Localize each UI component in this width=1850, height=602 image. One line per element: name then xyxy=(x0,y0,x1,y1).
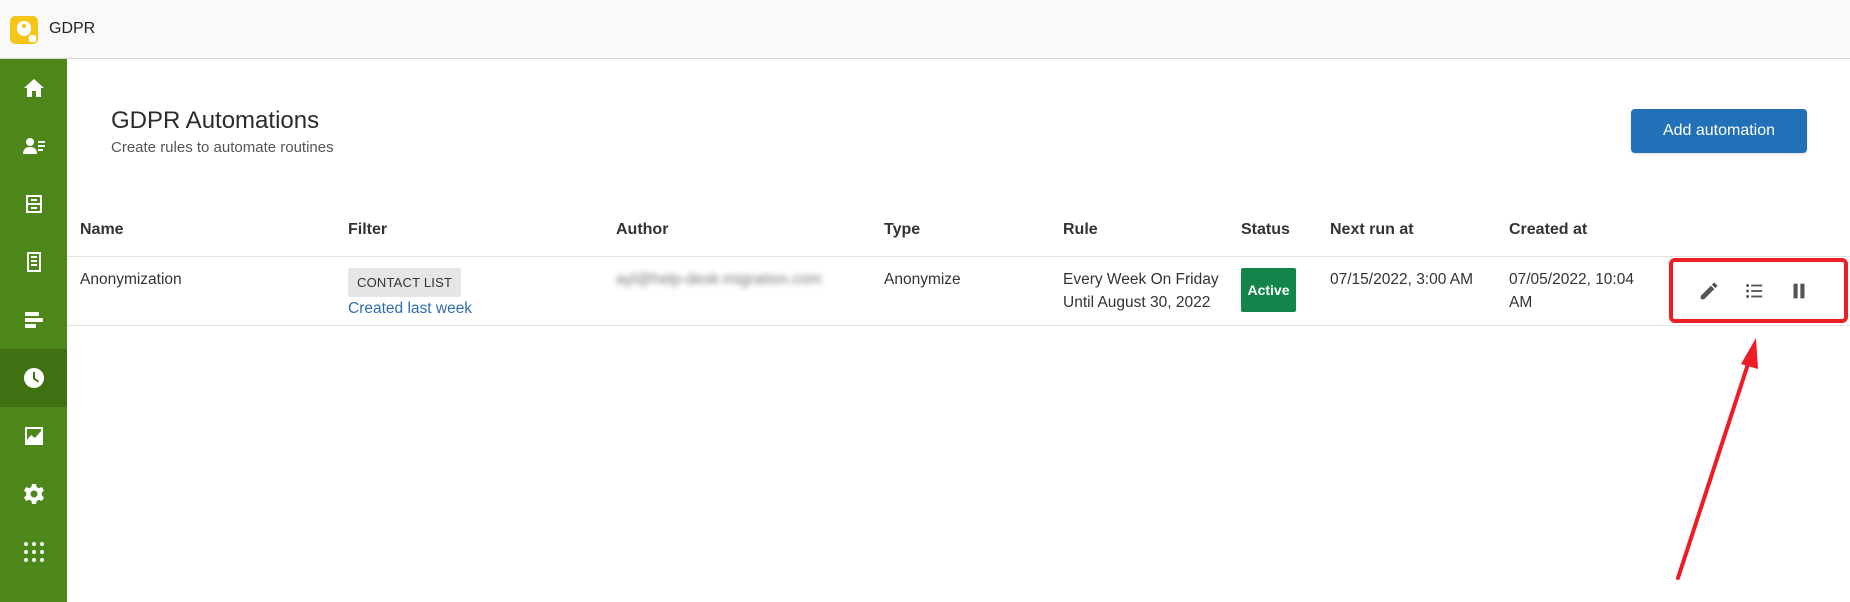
sidebar-item-contacts[interactable] xyxy=(0,117,67,175)
filter-cell: CONTACT LIST Created last week xyxy=(348,268,472,320)
next-run: 07/15/2022, 3:00 AM xyxy=(1330,271,1474,288)
column-header-name[interactable]: Name xyxy=(80,221,124,239)
created-cell: 07/05/2022, 10:04 AM xyxy=(1509,268,1634,314)
column-header-created[interactable]: Created at xyxy=(1509,221,1587,239)
add-automation-button[interactable]: Add automation xyxy=(1631,109,1807,153)
clock-icon xyxy=(23,368,44,388)
automation-name[interactable]: Anonymization xyxy=(80,268,182,291)
grid-icon xyxy=(23,542,44,562)
column-header-type[interactable]: Type xyxy=(884,221,920,239)
table-row-divider xyxy=(67,325,1850,326)
actions-highlight-box xyxy=(1669,258,1848,323)
rule-cell: Every Week On Friday Until August 30, 20… xyxy=(1063,268,1219,314)
page-title: GDPR Automations xyxy=(111,107,320,134)
chart-icon xyxy=(24,427,43,445)
column-header-filter[interactable]: Filter xyxy=(348,221,387,239)
created-line-1: 07/05/2022, 10:04 xyxy=(1509,271,1634,288)
page-subtitle: Create rules to automate routines xyxy=(111,139,334,156)
top-bar: GDPR xyxy=(0,0,1850,59)
sidebar-item-document[interactable] xyxy=(0,233,67,291)
sidebar-item-home[interactable] xyxy=(0,59,67,117)
created-line-2: AM xyxy=(1509,294,1533,311)
column-header-status[interactable]: Status xyxy=(1241,221,1290,239)
home-icon xyxy=(23,79,44,97)
sidebar xyxy=(0,59,67,602)
document-icon xyxy=(26,252,41,272)
app-title: GDPR xyxy=(49,20,96,37)
sidebar-item-automations[interactable] xyxy=(0,349,67,407)
contact-list-icon xyxy=(22,138,45,154)
author-email: ayl@help-desk-migration.com xyxy=(616,271,822,288)
filter-link[interactable]: Created last week xyxy=(348,297,472,320)
sidebar-item-analytics[interactable] xyxy=(0,407,67,465)
gear-icon xyxy=(23,484,44,504)
sidebar-item-settings[interactable] xyxy=(0,465,67,523)
sidebar-item-reports[interactable] xyxy=(0,291,67,349)
bars-icon xyxy=(24,312,43,328)
inbox-icon xyxy=(25,195,42,213)
column-header-author[interactable]: Author xyxy=(616,221,668,239)
column-header-rule[interactable]: Rule xyxy=(1063,221,1098,239)
sidebar-item-apps[interactable] xyxy=(0,523,67,581)
sidebar-item-inbox[interactable] xyxy=(0,175,67,233)
automation-type: Anonymize xyxy=(884,271,961,288)
table-header-divider xyxy=(67,256,1850,257)
status-badge: Active xyxy=(1241,268,1296,312)
column-header-next-run[interactable]: Next run at xyxy=(1330,221,1414,239)
rule-line-1: Every Week On Friday xyxy=(1063,271,1219,288)
filter-tag: CONTACT LIST xyxy=(348,268,462,297)
rule-line-2: Until August 30, 2022 xyxy=(1063,294,1211,311)
gdpr-logo-icon xyxy=(10,16,38,44)
